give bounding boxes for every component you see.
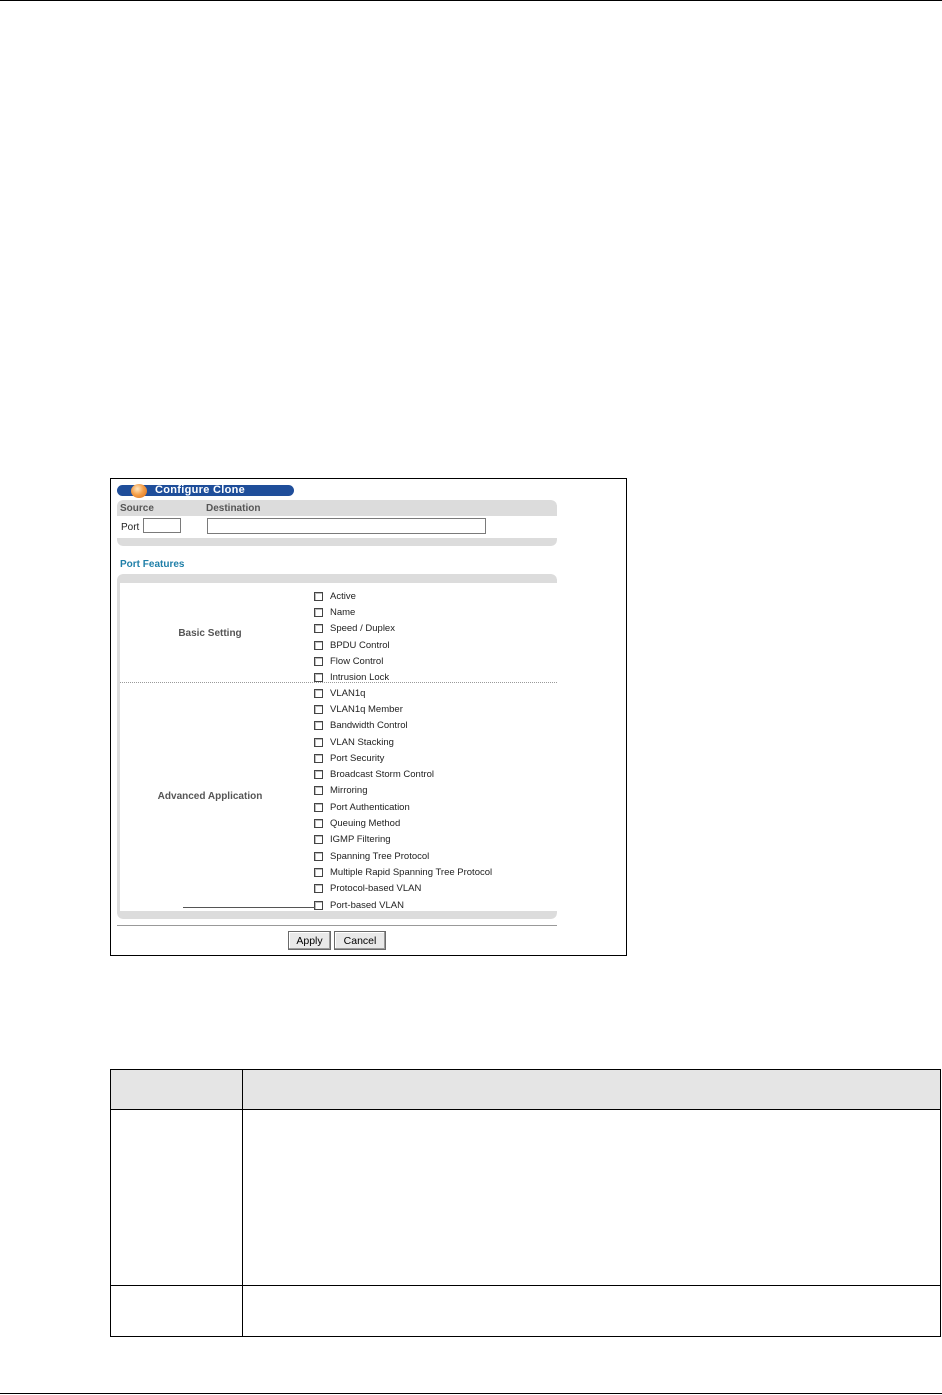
port-features-heading: Port Features	[120, 559, 185, 570]
checkbox-bpdu-control[interactable]	[314, 640, 323, 650]
checkbox-queuing-method[interactable]	[314, 819, 323, 829]
checkbox-label: VLAN1q Member	[330, 703, 403, 715]
checkbox-item-speed-duplex[interactable]: Speed / Duplex	[314, 621, 395, 637]
checkbox-intrusion-lock[interactable]	[314, 673, 323, 683]
checkbox-label: Bandwidth Control	[330, 720, 408, 732]
checkbox-label: Flow Control	[330, 655, 384, 667]
features-bottom-line	[183, 907, 315, 908]
advanced-application-label: Advanced Application	[157, 791, 263, 802]
source-port-input[interactable]	[143, 518, 181, 533]
checkbox-item-queuing-method[interactable]: Queuing Method	[314, 815, 492, 831]
checkbox-active[interactable]	[314, 591, 323, 601]
checkbox-mirroring[interactable]	[314, 786, 323, 796]
checkbox-item-active[interactable]: Active	[314, 588, 395, 604]
checkbox-label: Name	[330, 606, 356, 618]
checkbox-broadcast-storm-control[interactable]	[314, 770, 323, 780]
checkbox-label: Port Security	[330, 752, 385, 764]
checkbox-item-broadcast-storm-control[interactable]: Broadcast Storm Control	[314, 766, 492, 782]
title-bar: Configure Clone	[117, 484, 294, 498]
checkbox-item-multiple-rapid-spanning-tree-protocol[interactable]: Multiple Rapid Spanning Tree Protocol	[314, 864, 492, 880]
checkbox-item-mirroring[interactable]: Mirroring	[314, 783, 492, 799]
checkbox-item-port-security[interactable]: Port Security	[314, 750, 492, 766]
button-divider	[117, 925, 557, 926]
checkbox-spanning-tree-protocol[interactable]	[314, 851, 323, 861]
checkbox-label: Speed / Duplex	[330, 623, 395, 635]
checkbox-item-vlan1q[interactable]: VLAN1q	[314, 685, 492, 701]
checkbox-speed-duplex[interactable]	[314, 624, 323, 634]
features-footer-band	[117, 911, 557, 919]
checkbox-label: BPDU Control	[330, 639, 390, 651]
checkbox-igmp-filtering[interactable]	[314, 835, 323, 845]
advanced-application-checkbox-list: VLAN1q VLAN1q Member Bandwidth Control VLAN…	[314, 685, 492, 913]
table-header-row	[111, 1070, 940, 1110]
checkbox-item-igmp-filtering[interactable]: IGMP Filtering	[314, 832, 492, 848]
checkbox-item-intrusion-lock[interactable]: Intrusion Lock	[314, 669, 395, 685]
checkbox-name[interactable]	[314, 607, 323, 617]
destination-ports-input[interactable]	[207, 518, 486, 534]
checkbox-label: Broadcast Storm Control	[330, 769, 435, 781]
description-table	[110, 1069, 941, 1337]
features-header-band	[117, 574, 557, 583]
checkbox-flow-control[interactable]	[314, 656, 323, 666]
checkbox-label: Queuing Method	[330, 818, 401, 830]
port-features-panel: Basic Setting Active Name Speed / Duplex BP…	[117, 574, 557, 919]
checkbox-bandwidth-control[interactable]	[314, 721, 323, 731]
checkbox-item-vlan-stacking[interactable]: VLAN Stacking	[314, 734, 492, 750]
checkbox-item-protocol-based-vlan[interactable]: Protocol-based VLAN	[314, 881, 492, 897]
checkbox-item-bpdu-control[interactable]: BPDU Control	[314, 637, 395, 653]
checkbox-port-security[interactable]	[314, 753, 323, 763]
checkbox-item-vlan1q-member[interactable]: VLAN1q Member	[314, 701, 492, 717]
checkbox-label: Active	[330, 590, 356, 602]
checkbox-label: Port-based VLAN	[330, 899, 404, 911]
table-row-divider	[111, 1285, 940, 1286]
checkbox-label: Protocol-based VLAN	[330, 883, 422, 895]
source-label: Source	[120, 503, 154, 514]
checkbox-item-bandwidth-control[interactable]: Bandwidth Control	[314, 718, 492, 734]
apply-button[interactable]: Apply	[288, 931, 331, 950]
checkbox-label: Spanning Tree Protocol	[330, 850, 430, 862]
checkbox-label: VLAN Stacking	[330, 736, 394, 748]
checkbox-item-port-authentication[interactable]: Port Authentication	[314, 799, 492, 815]
basic-setting-checkbox-list: Active Name Speed / Duplex BPDU Control Flow…	[314, 588, 395, 686]
checkbox-label: VLAN1q	[330, 687, 366, 699]
configure-clone-screen: Configure Clone Source Destination Port …	[110, 478, 627, 956]
checkbox-label: Port Authentication	[330, 801, 410, 813]
checkbox-multiple-rapid-spanning-tree-protocol[interactable]	[314, 867, 323, 877]
page-top-rule	[0, 0, 942, 1]
checkbox-item-name[interactable]: Name	[314, 604, 395, 620]
page-bottom-rule	[0, 1393, 942, 1394]
checkbox-protocol-based-vlan[interactable]	[314, 884, 323, 894]
checkbox-label: Mirroring	[330, 785, 368, 797]
checkbox-port-based-vlan[interactable]	[314, 900, 323, 910]
checkbox-item-flow-control[interactable]: Flow Control	[314, 653, 395, 669]
orb-icon	[131, 484, 147, 498]
checkbox-port-authentication[interactable]	[314, 802, 323, 812]
source-destination-panel: Source Destination Port	[117, 500, 557, 546]
checkbox-label: Multiple Rapid Spanning Tree Protocol	[330, 866, 493, 878]
checkbox-item-spanning-tree-protocol[interactable]: Spanning Tree Protocol	[314, 848, 492, 864]
page-title: Configure Clone	[155, 484, 246, 496]
checkbox-vlan1q[interactable]	[314, 688, 323, 698]
checkbox-vlan1q-member[interactable]	[314, 704, 323, 714]
group-separator	[120, 682, 557, 683]
checkbox-label: IGMP Filtering	[330, 834, 391, 846]
basic-setting-label: Basic Setting	[178, 628, 242, 639]
source-footer-band	[117, 538, 557, 546]
checkbox-vlan-stacking[interactable]	[314, 737, 323, 747]
port-label: Port	[121, 522, 140, 533]
source-header-band	[117, 500, 557, 516]
cancel-button[interactable]: Cancel	[334, 931, 386, 950]
table-column-divider	[242, 1070, 243, 1336]
destination-label: Destination	[206, 503, 261, 514]
